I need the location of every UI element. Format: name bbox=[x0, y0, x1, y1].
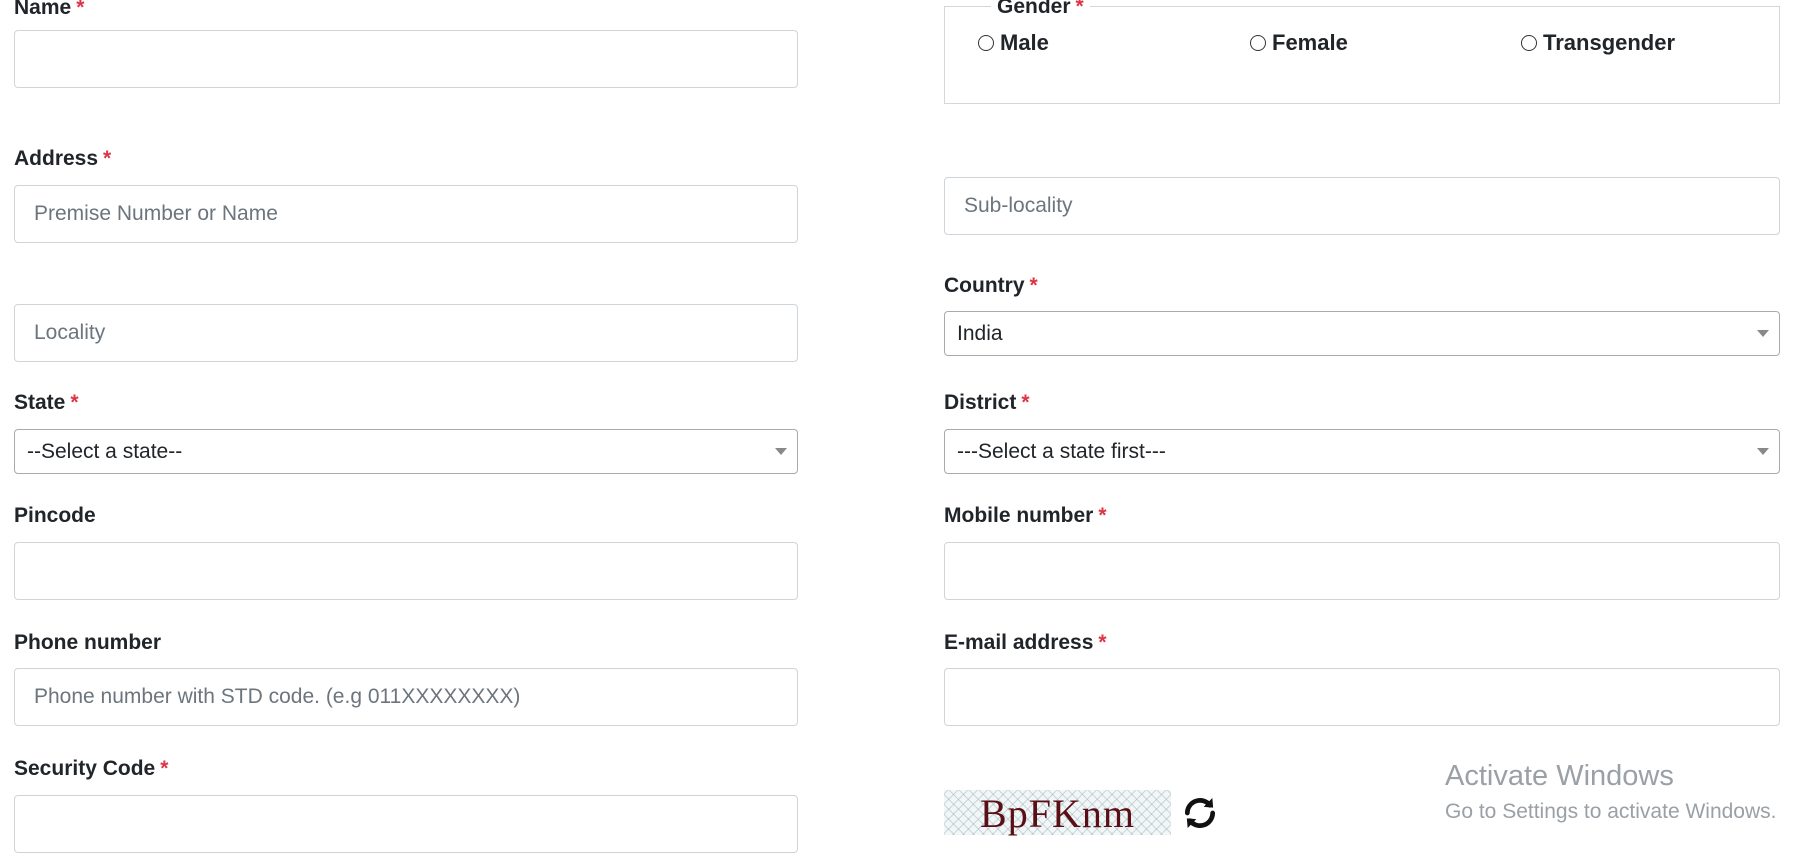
locality-field[interactable] bbox=[14, 304, 798, 362]
name-label: Name * bbox=[14, 0, 84, 21]
state-select[interactable]: --Select a state-- bbox=[14, 429, 798, 474]
required-marker: * bbox=[76, 0, 85, 19]
required-marker: * bbox=[70, 391, 79, 414]
phone-label: Phone number bbox=[14, 631, 162, 654]
email-field[interactable] bbox=[944, 668, 1780, 726]
captcha-image: BpFKnm bbox=[944, 790, 1171, 836]
gender-option-male[interactable]: Male bbox=[978, 30, 1049, 56]
mobile-input[interactable] bbox=[945, 543, 1779, 599]
district-label: District * bbox=[944, 391, 1030, 414]
country-select[interactable]: India bbox=[944, 311, 1780, 356]
email-label: E-mail address * bbox=[944, 631, 1107, 654]
premise-input[interactable] bbox=[15, 186, 797, 242]
refresh-icon[interactable] bbox=[1181, 794, 1219, 832]
gender-option-label: Male bbox=[1000, 30, 1049, 55]
email-input[interactable] bbox=[945, 669, 1779, 725]
address-label: Address * bbox=[14, 147, 112, 170]
required-marker: * bbox=[1098, 631, 1107, 654]
district-select[interactable]: ---Select a state first--- bbox=[944, 429, 1780, 474]
pincode-field[interactable] bbox=[14, 542, 798, 600]
pincode-label: Pincode bbox=[14, 504, 96, 527]
activate-windows-subtitle: Go to Settings to activate Windows. bbox=[1445, 800, 1777, 823]
required-marker: * bbox=[103, 147, 112, 170]
mobile-field[interactable] bbox=[944, 542, 1780, 600]
security-code-input[interactable] bbox=[15, 796, 797, 852]
radio-button[interactable] bbox=[1250, 35, 1266, 51]
chevron-down-icon bbox=[775, 448, 787, 455]
radio-button[interactable] bbox=[1521, 35, 1537, 51]
security-code-field[interactable] bbox=[14, 795, 798, 853]
required-marker: * bbox=[1029, 274, 1038, 297]
radio-button[interactable] bbox=[978, 35, 994, 51]
premise-field[interactable] bbox=[14, 185, 798, 243]
gender-option-female[interactable]: Female bbox=[1250, 30, 1348, 56]
country-label: Country * bbox=[944, 274, 1038, 297]
phone-input[interactable] bbox=[15, 669, 797, 725]
state-label: State * bbox=[14, 391, 79, 414]
locality-input[interactable] bbox=[15, 305, 797, 361]
gender-legend: Gender * bbox=[991, 0, 1090, 20]
mobile-label: Mobile number * bbox=[944, 504, 1107, 527]
chevron-down-icon bbox=[1757, 330, 1769, 337]
sublocality-input[interactable] bbox=[945, 178, 1779, 234]
gender-option-transgender[interactable]: Transgender bbox=[1521, 30, 1675, 56]
phone-field[interactable] bbox=[14, 668, 798, 726]
activate-windows-title: Activate Windows bbox=[1445, 760, 1674, 792]
security-code-label: Security Code * bbox=[14, 757, 169, 780]
state-selected-value: --Select a state-- bbox=[27, 440, 183, 463]
required-marker: * bbox=[1098, 504, 1107, 527]
gender-option-label: Female bbox=[1272, 30, 1348, 55]
country-selected-value: India bbox=[957, 322, 1003, 345]
name-field[interactable] bbox=[14, 30, 798, 88]
district-selected-value: ---Select a state first--- bbox=[957, 440, 1166, 463]
gender-option-label: Transgender bbox=[1543, 30, 1676, 55]
required-marker: * bbox=[1021, 391, 1030, 414]
required-marker: * bbox=[160, 757, 169, 780]
chevron-down-icon bbox=[1757, 448, 1769, 455]
sublocality-field[interactable] bbox=[944, 177, 1780, 235]
required-marker: * bbox=[1075, 0, 1084, 18]
pincode-input[interactable] bbox=[15, 543, 797, 599]
name-input[interactable] bbox=[15, 31, 797, 87]
